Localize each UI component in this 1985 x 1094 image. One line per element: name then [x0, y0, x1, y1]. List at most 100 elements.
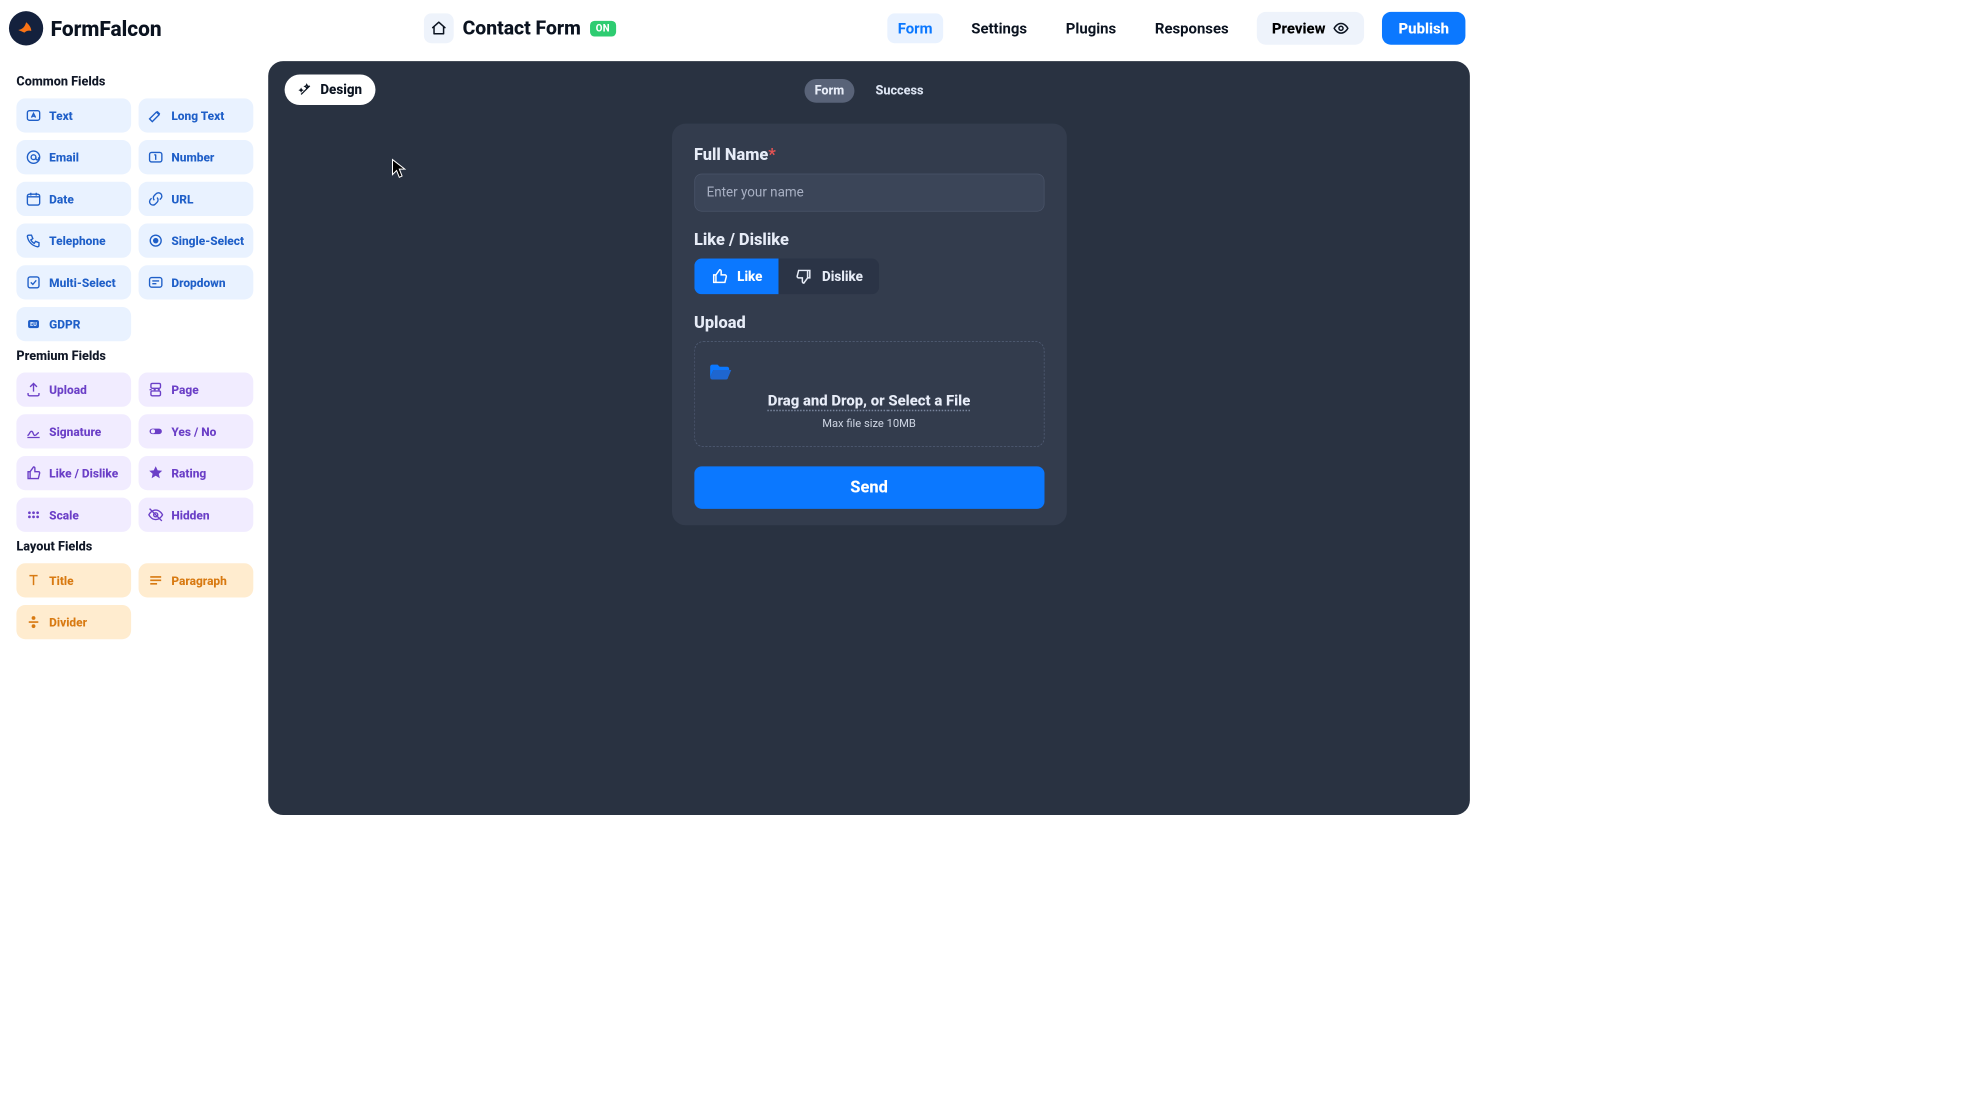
like-label: Like — [737, 269, 762, 285]
field-label: Date — [49, 192, 74, 206]
field-label: Single-Select — [171, 234, 244, 248]
preview-label: Preview — [1272, 19, 1326, 37]
tab-responses[interactable]: Responses — [1144, 13, 1239, 43]
field-rating[interactable]: Rating — [139, 456, 254, 490]
field-label: Email — [49, 150, 79, 164]
field-gdpr[interactable]: EU GDPR — [16, 307, 131, 341]
field-email[interactable]: Email — [16, 140, 131, 174]
field-multi-select[interactable]: Multi-Select — [16, 265, 131, 299]
eye-off-icon — [148, 507, 164, 523]
label-full-name: Full Name* — [694, 146, 1044, 165]
tab-form[interactable]: Form — [887, 13, 943, 43]
field-dropdown[interactable]: Dropdown — [139, 265, 254, 299]
segment-success[interactable]: Success — [865, 79, 934, 103]
field-label: GDPR — [49, 317, 80, 331]
field-label: Divider — [49, 615, 87, 629]
input-full-name[interactable] — [694, 174, 1044, 212]
dislike-label: Dislike — [822, 269, 863, 285]
field-label: Title — [49, 573, 73, 587]
form-canvas[interactable]: Design Form Success Full Name* Like / Di… — [268, 61, 1470, 815]
field-signature[interactable]: Signature — [16, 414, 131, 448]
field-like-dislike[interactable]: Like / Dislike — [16, 456, 131, 490]
pencil-text-icon — [148, 107, 164, 123]
brand-logo[interactable]: FormFalcon — [9, 11, 162, 45]
form-preview-card: Full Name* Like / Dislike Like Dislike — [672, 124, 1067, 526]
drop-subtitle: Max file size 10MB — [707, 416, 1032, 429]
link-icon — [148, 191, 164, 207]
section-layout-title: Layout Fields — [16, 539, 253, 554]
field-label: Paragraph — [171, 573, 226, 587]
submit-button[interactable]: Send — [694, 466, 1044, 508]
field-label: Signature — [49, 424, 101, 438]
field-hidden[interactable]: Hidden — [139, 498, 254, 532]
star-icon — [148, 465, 164, 481]
field-yes-no[interactable]: Yes / No — [139, 414, 254, 448]
svg-text:EU: EU — [30, 322, 37, 328]
field-label: Yes / No — [171, 424, 216, 438]
thumb-down-icon — [795, 267, 813, 285]
field-label: Like / Dislike — [49, 466, 118, 480]
toggle-icon — [148, 423, 164, 439]
field-label: Scale — [49, 508, 79, 522]
field-paragraph[interactable]: Paragraph — [139, 563, 254, 597]
divide-icon — [25, 614, 41, 630]
page-break-icon — [148, 381, 164, 397]
label-like-dislike: Like / Dislike — [694, 231, 1044, 250]
field-divider[interactable]: Divider — [16, 605, 131, 639]
field-scale[interactable]: Scale — [16, 498, 131, 532]
segment-form[interactable]: Form — [804, 79, 854, 103]
design-button[interactable]: Design — [285, 75, 376, 106]
field-url[interactable]: URL — [139, 182, 254, 216]
field-page[interactable]: Page — [139, 373, 254, 407]
thumb-up-icon — [710, 267, 728, 285]
field-label: Rating — [171, 466, 206, 480]
falcon-icon — [9, 11, 43, 45]
tab-plugins[interactable]: Plugins — [1055, 13, 1126, 43]
field-label: Page — [171, 383, 198, 397]
preview-button[interactable]: Preview — [1257, 12, 1364, 45]
tab-settings[interactable]: Settings — [961, 13, 1038, 43]
design-label: Design — [320, 82, 362, 98]
section-premium-title: Premium Fields — [16, 349, 253, 364]
folder-open-icon — [707, 360, 732, 382]
field-label: Number — [171, 150, 214, 164]
number-one-icon — [148, 149, 164, 165]
field-label: Upload — [49, 383, 87, 397]
brand-name: FormFalcon — [51, 16, 162, 41]
label-upload: Upload — [694, 314, 1044, 333]
calendar-icon — [25, 191, 41, 207]
checkbox-icon — [25, 274, 41, 290]
page-title: Contact Form — [463, 17, 581, 39]
field-number[interactable]: Number — [139, 140, 254, 174]
home-button[interactable] — [424, 13, 454, 43]
eu-badge-icon: EU — [25, 316, 41, 332]
field-label: Text — [49, 108, 73, 122]
like-button[interactable]: Like — [694, 259, 779, 295]
signature-icon — [25, 423, 41, 439]
field-text[interactable]: Text — [16, 98, 131, 132]
status-badge: ON — [590, 20, 616, 36]
radio-dot-icon — [148, 232, 164, 248]
field-title[interactable]: Title — [16, 563, 131, 597]
at-icon — [25, 149, 41, 165]
field-label: Multi-Select — [49, 275, 116, 289]
dislike-button[interactable]: Dislike — [779, 259, 879, 295]
thumb-up-icon — [25, 465, 41, 481]
list-box-icon — [148, 274, 164, 290]
field-single-select[interactable]: Single-Select — [139, 224, 254, 258]
drop-title: Drag and Drop, or Select a File — [707, 391, 1032, 409]
section-common-title: Common Fields — [16, 75, 253, 90]
publish-button[interactable]: Publish — [1382, 12, 1465, 45]
field-date[interactable]: Date — [16, 182, 131, 216]
heading-t-icon — [25, 572, 41, 588]
phone-icon — [25, 232, 41, 248]
field-upload[interactable]: Upload — [16, 373, 131, 407]
field-label: Telephone — [49, 234, 105, 248]
scale-dots-icon — [25, 507, 41, 523]
home-icon — [431, 20, 447, 36]
field-label: Dropdown — [171, 275, 225, 289]
field-long-text[interactable]: Long Text — [139, 98, 254, 132]
field-telephone[interactable]: Telephone — [16, 224, 131, 258]
magic-wand-icon — [298, 82, 313, 97]
upload-dropzone[interactable]: Drag and Drop, or Select a File Max file… — [694, 341, 1044, 447]
